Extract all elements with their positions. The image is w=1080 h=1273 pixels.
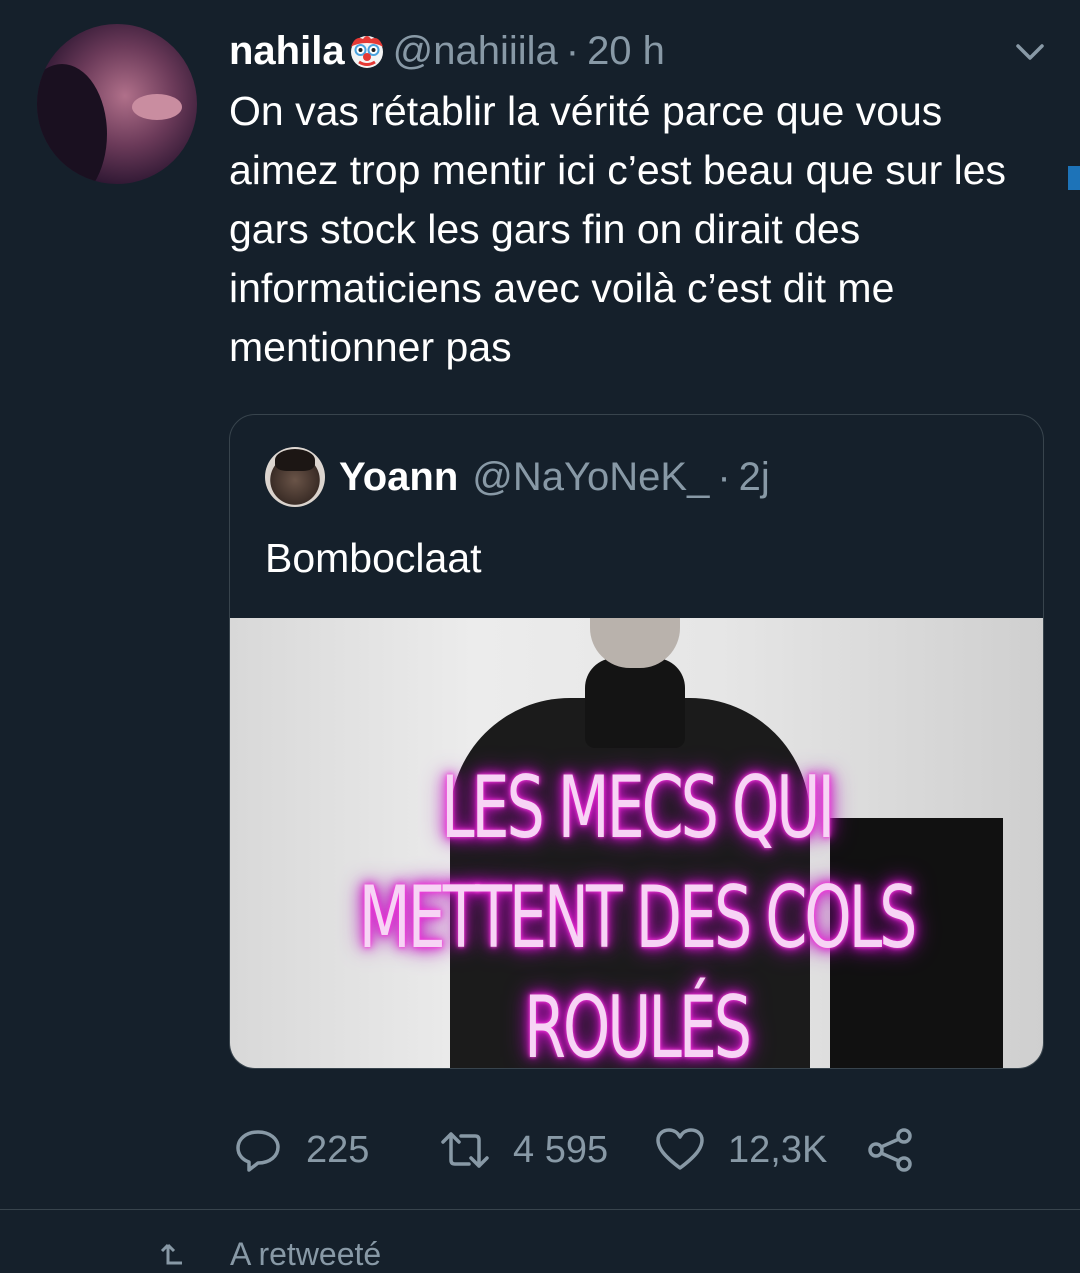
timestamp[interactable]: 20 h — [587, 29, 665, 74]
share-icon — [868, 1128, 912, 1172]
quoted-separator-dot: · — [717, 454, 731, 499]
separator-dot: · — [565, 28, 580, 73]
reply-icon — [236, 1130, 280, 1172]
retweet-count: 4 595 — [513, 1128, 609, 1171]
reply-count: 225 — [306, 1128, 370, 1171]
chevron-down-icon[interactable] — [1010, 32, 1050, 72]
image-caption-line-3: ROULÉS — [524, 978, 752, 1068]
like-icon — [656, 1128, 704, 1170]
image-caption-line-1: LES MECS QUI — [440, 758, 835, 858]
quoted-tweet-text: Bomboclaat — [265, 535, 482, 581]
tweet-header: nahila @nahiiila · 20 h — [229, 28, 665, 74]
quoted-timestamp: 2j — [738, 454, 770, 499]
quoted-tweet-header: Yoann @NaYoNeK_ · 2j — [265, 447, 770, 507]
like-count: 12,3K — [728, 1128, 828, 1171]
share-button[interactable] — [864, 1118, 916, 1182]
handle[interactable]: @nahiiila — [393, 29, 558, 74]
retweeted-icon — [160, 1243, 182, 1264]
quoted-display-name: Yoann — [339, 454, 459, 499]
retweeted-label: A retweeté — [230, 1236, 382, 1272]
quoted-tweet[interactable]: Yoann @NaYoNeK_ · 2j Bomboclaat LES MECS… — [229, 414, 1044, 1069]
tweet-divider — [0, 1209, 1080, 1210]
tweet-actions: 225 4 595 12,3K — [229, 1118, 1049, 1182]
tweet[interactable]: nahila @nahiiila · 20 h On vas rétablir … — [0, 0, 1080, 1210]
avatar[interactable] — [37, 24, 197, 184]
tweet-text: On vas rétablir la vérité parce que vous… — [229, 88, 1007, 370]
retweet-button[interactable]: 4 595 — [439, 1118, 608, 1182]
display-name[interactable]: nahila — [229, 29, 345, 74]
quoted-avatar[interactable] — [265, 447, 325, 507]
quoted-media-image[interactable]: LES MECS QUI METTENT DES COLS ROULÉS — [230, 618, 1043, 1068]
scroll-indicator — [1068, 166, 1080, 190]
quoted-handle: @NaYoNeK_ — [472, 454, 710, 499]
next-tweet-retweet-label: A retweeté — [160, 1236, 381, 1273]
reply-button[interactable]: 225 — [232, 1118, 369, 1182]
image-turtleneck-collar — [585, 658, 685, 748]
retweet-icon — [441, 1132, 489, 1168]
like-button[interactable]: 12,3K — [654, 1118, 827, 1182]
image-caption-line-2: METTENT DES COLS — [358, 868, 918, 968]
clown-emoji-icon — [347, 31, 387, 71]
